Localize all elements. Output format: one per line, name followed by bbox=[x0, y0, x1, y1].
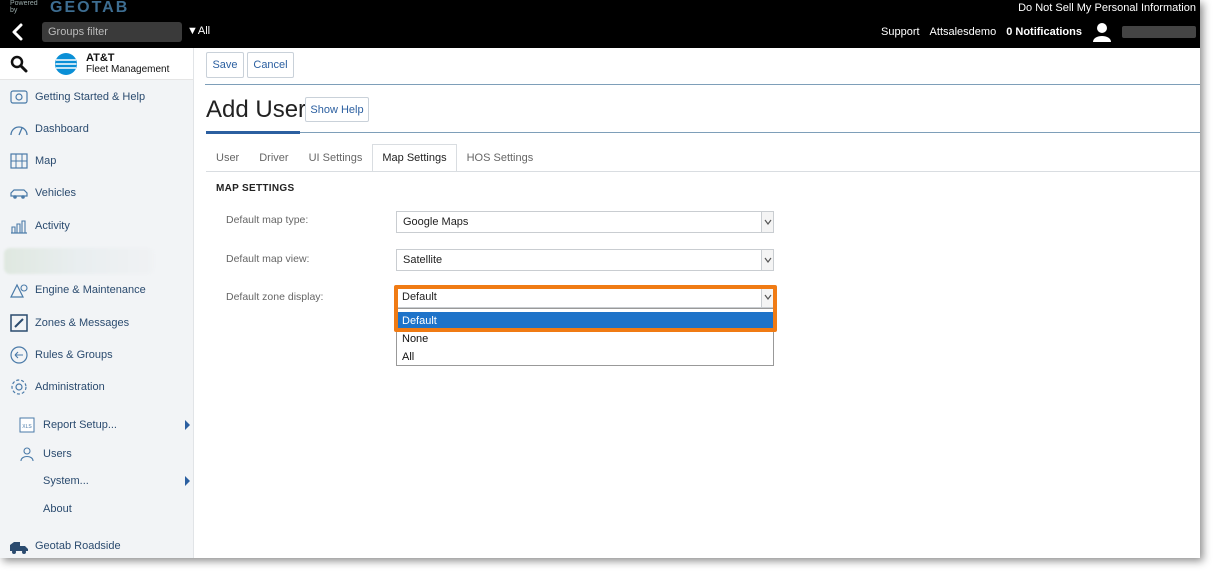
user-name-redacted[interactable] bbox=[1122, 26, 1196, 38]
zone-option-none[interactable]: None bbox=[397, 330, 773, 347]
roadside-truck-icon bbox=[10, 542, 28, 554]
save-button[interactable]: Save bbox=[206, 52, 244, 78]
sidebar-subitem-about[interactable]: About bbox=[0, 498, 194, 520]
map-icon bbox=[10, 153, 28, 169]
sidebar-item-zones[interactable]: Zones & Messages bbox=[0, 310, 194, 336]
main-content: Save Cancel Add User Show Help User Driv… bbox=[195, 48, 1200, 558]
tab-map-settings[interactable]: Map Settings bbox=[372, 144, 457, 172]
map-type-label: Default map type: bbox=[226, 214, 309, 226]
att-globe-icon bbox=[55, 53, 77, 75]
app-window: Powered by GEOTAB Do Not Sell My Persona… bbox=[0, 0, 1200, 558]
chevron-down-icon bbox=[761, 250, 773, 270]
sidebar-header: AT&T Fleet Management bbox=[0, 48, 193, 80]
svg-text:XLS: XLS bbox=[22, 424, 32, 430]
sidebar: AT&T Fleet Management Getting Started & … bbox=[0, 48, 194, 558]
top-right-menu: Support Attsalesdemo 0 Notifications bbox=[881, 22, 1196, 42]
dashboard-icon bbox=[10, 126, 28, 136]
sidebar-item-geotab-roadside[interactable]: Geotab Roadside bbox=[0, 533, 194, 558]
all-groups-toggle[interactable]: ▼All bbox=[187, 25, 210, 37]
sidebar-item-map[interactable]: Map bbox=[0, 148, 194, 174]
tab-ui-settings[interactable]: UI Settings bbox=[299, 144, 373, 172]
tab-hos-settings[interactable]: HOS Settings bbox=[457, 144, 544, 172]
sidebar-subitem-system[interactable]: System... bbox=[0, 470, 194, 492]
back-arrow-icon[interactable] bbox=[8, 22, 28, 42]
search-icon[interactable] bbox=[10, 55, 28, 73]
sidebar-item-administration[interactable]: Administration bbox=[0, 374, 194, 400]
title-divider bbox=[300, 132, 1200, 133]
user-icon bbox=[20, 447, 34, 462]
chevron-down-icon bbox=[761, 212, 773, 232]
user-avatar-icon[interactable] bbox=[1092, 22, 1112, 42]
map-type-select[interactable]: Google Maps bbox=[396, 211, 774, 233]
account-link[interactable]: Attsalesdemo bbox=[930, 26, 997, 38]
do-not-sell-link[interactable]: Do Not Sell My Personal Information bbox=[1018, 2, 1196, 14]
submenu-caret-icon bbox=[185, 420, 190, 430]
sidebar-item-engine[interactable]: Engine & Maintenance bbox=[0, 277, 194, 303]
tab-user[interactable]: User bbox=[206, 144, 249, 172]
map-view-label: Default map view: bbox=[226, 253, 310, 265]
tabs-divider bbox=[206, 171, 1200, 172]
groups-filter-input[interactable] bbox=[42, 22, 182, 42]
cancel-button[interactable]: Cancel bbox=[247, 52, 294, 78]
zone-display-value: Default bbox=[402, 291, 437, 303]
vehicle-icon bbox=[10, 189, 28, 199]
sidebar-subitem-report-setup[interactable]: XLS Report Setup... bbox=[0, 414, 194, 436]
zone-display-label: Default zone display: bbox=[226, 291, 324, 303]
sidebar-item-redacted[interactable] bbox=[4, 248, 154, 274]
help-icon bbox=[10, 90, 28, 104]
map-view-value: Satellite bbox=[403, 254, 443, 266]
submenu-caret-icon bbox=[185, 476, 190, 486]
xls-icon: XLS bbox=[19, 417, 35, 433]
sidebar-item-dashboard[interactable]: Dashboard bbox=[0, 116, 194, 142]
sidebar-item-vehicles[interactable]: Vehicles bbox=[0, 180, 194, 206]
zone-display-select[interactable]: Default bbox=[396, 286, 774, 308]
title-underline bbox=[206, 131, 300, 134]
engine-icon bbox=[10, 283, 28, 298]
sidebar-subitem-users[interactable]: Users bbox=[0, 443, 194, 465]
zones-icon bbox=[10, 314, 28, 332]
sidebar-item-activity[interactable]: Activity bbox=[0, 213, 194, 239]
map-view-select[interactable]: Satellite bbox=[396, 249, 774, 271]
sidebar-item-getting-started[interactable]: Getting Started & Help bbox=[0, 84, 194, 110]
zone-display-dropdown: Default None All bbox=[396, 308, 774, 366]
rules-icon bbox=[10, 346, 28, 364]
logo-subtitle: Fleet Management bbox=[86, 64, 170, 75]
top-bar: Powered by GEOTAB Do Not Sell My Persona… bbox=[0, 0, 1200, 48]
map-type-value: Google Maps bbox=[403, 216, 469, 228]
section-title: MAP SETTINGS bbox=[216, 183, 295, 194]
show-help-button[interactable]: Show Help bbox=[305, 97, 369, 122]
logo-title: AT&T bbox=[86, 52, 115, 64]
notifications-link[interactable]: 0 Notifications bbox=[1006, 26, 1082, 38]
toolbar-divider bbox=[205, 84, 1200, 85]
zone-option-all[interactable]: All bbox=[397, 348, 773, 365]
brand: Powered by GEOTAB bbox=[10, 0, 129, 16]
support-link[interactable]: Support bbox=[881, 26, 920, 38]
powered-by-text: Powered by bbox=[10, 0, 38, 14]
sidebar-item-rules[interactable]: Rules & Groups bbox=[0, 342, 194, 368]
settings-tabs: User Driver UI Settings Map Settings HOS… bbox=[206, 144, 543, 172]
chevron-down-icon bbox=[761, 287, 773, 307]
caret-down-icon: ▼ bbox=[187, 25, 198, 37]
gear-icon bbox=[11, 379, 27, 395]
tab-driver[interactable]: Driver bbox=[249, 144, 298, 172]
page-title: Add User bbox=[206, 96, 307, 123]
activity-icon bbox=[11, 220, 27, 234]
zone-option-default[interactable]: Default bbox=[397, 312, 773, 329]
geotab-logo: GEOTAB bbox=[50, 0, 130, 16]
